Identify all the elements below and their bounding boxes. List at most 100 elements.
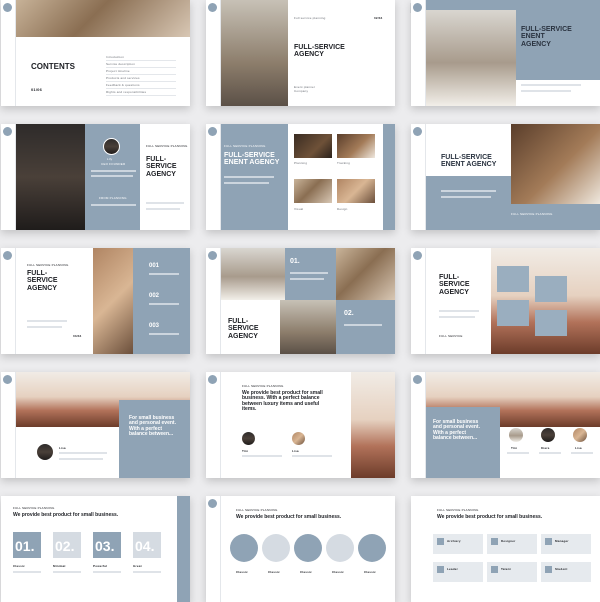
avatar xyxy=(573,428,587,442)
man-phone-photo xyxy=(423,10,516,106)
text-line xyxy=(27,326,62,328)
provide-heading: We provide best product for small busine… xyxy=(242,390,323,412)
role-icon xyxy=(437,538,444,545)
blue-panel xyxy=(425,407,500,478)
slide-team[interactable]: 01. 02. FULL- SERVICE AGENCY xyxy=(206,248,395,354)
slide-tag: FULL SERVICE PLANNING xyxy=(236,508,278,512)
service-image xyxy=(337,179,375,203)
logo-icon xyxy=(208,375,217,384)
meeting-photo xyxy=(93,248,133,354)
logo-icon xyxy=(413,127,422,136)
slide-contents[interactable]: CONTENTS 01/06 Introduction Service desc… xyxy=(1,0,190,106)
contents-item[interactable]: Project timeline xyxy=(106,69,176,75)
text-line xyxy=(441,190,496,192)
monitor-icon xyxy=(326,534,354,562)
agency-heading: FULL- SERVICE AGENCY xyxy=(27,270,58,292)
slide-services-grid[interactable]: FULL SERVICE PLANNING FULL-SERVICE ENENT… xyxy=(206,124,395,230)
text-line xyxy=(91,170,136,172)
blue-panel xyxy=(119,400,190,478)
slide-tag: FULL SERVICE PLANNING xyxy=(146,144,188,148)
text-line xyxy=(441,196,491,198)
role-icon xyxy=(491,566,498,573)
slide-sidebar xyxy=(1,248,16,354)
page-number: 01/06 xyxy=(31,87,43,92)
text-line xyxy=(91,204,136,206)
contents-item[interactable]: Rights and responsibilities xyxy=(106,90,176,96)
logo-icon xyxy=(3,375,12,384)
contents-item[interactable]: Feedback & questions xyxy=(106,83,176,89)
service-label: Planning xyxy=(294,161,308,165)
slide-desert-lisa[interactable]: Lisa For small business and personal eve… xyxy=(1,372,190,478)
slide-tag: FULL SERVICE PLANNING xyxy=(437,508,479,512)
text-line xyxy=(93,571,121,573)
feature-label: Classic xyxy=(236,570,248,574)
avatar xyxy=(37,444,53,460)
description-text: For small business and personal event. W… xyxy=(129,415,176,437)
contents-item[interactable]: Service description xyxy=(106,62,176,68)
feature-label: Minimal xyxy=(53,564,66,568)
subtitle: FULL SERVICE xyxy=(439,334,463,338)
person-name: Lisa xyxy=(292,449,299,453)
provide-heading: We provide best product for small busine… xyxy=(437,514,543,520)
info-box xyxy=(497,266,529,292)
slide-agency[interactable]: Full service planning 02/34 FULL-SERVICE… xyxy=(206,0,395,106)
slide-sidebar xyxy=(411,372,426,478)
person-name: Lisa xyxy=(575,446,582,450)
text-line xyxy=(133,571,161,573)
office-photo xyxy=(280,300,336,354)
avatar xyxy=(292,432,305,445)
text-line xyxy=(290,272,328,274)
contents-item[interactable]: Products and services xyxy=(106,76,176,82)
meeting-room-photo xyxy=(218,0,288,106)
person-name: Lily xyxy=(107,157,113,161)
info-box xyxy=(535,276,567,302)
logo-icon xyxy=(413,375,422,384)
slide-phone[interactable]: FULL-SERVICE ENENT AGENCY xyxy=(411,0,600,106)
text-line xyxy=(507,452,529,454)
service-label: Visual xyxy=(294,207,304,211)
slide-ceo[interactable]: Lily CEO FOUNDER FROM PLANNING FULL SERV… xyxy=(1,124,190,230)
slide-provide[interactable]: FULL SERVICE PLANNING We provide best pr… xyxy=(206,372,395,478)
logo-icon xyxy=(208,3,217,12)
person-name: Trin xyxy=(511,446,518,450)
text-line xyxy=(344,324,382,326)
contents-list: Introduction Service description Project… xyxy=(106,55,176,96)
feature-label: Classic xyxy=(364,570,376,574)
text-line xyxy=(146,208,180,210)
agency-heading: FULL-SERVICE ENENT AGENCY xyxy=(224,152,280,167)
slide-sidebar xyxy=(206,496,221,602)
number-block: 03. xyxy=(93,532,121,558)
role-label: Leader xyxy=(447,567,459,571)
text-line xyxy=(146,202,184,204)
desert-photo xyxy=(351,372,395,478)
slide-steps[interactable]: FULL SERVICE PLANNING FULL- SERVICE AGEN… xyxy=(1,248,190,354)
step-number: 003 xyxy=(149,323,160,329)
desk-photo xyxy=(511,124,600,204)
service-label: Design xyxy=(337,207,348,211)
contents-heading: CONTENTS xyxy=(31,62,75,71)
group-icon xyxy=(230,534,258,562)
contents-item[interactable]: Introduction xyxy=(106,55,176,61)
slide-numbers[interactable]: FULL SERVICE PLANNING We provide best pr… xyxy=(1,496,190,602)
office-photo xyxy=(13,0,190,37)
service-label: Tracking xyxy=(337,161,350,165)
text-line xyxy=(53,571,81,573)
slide-desk[interactable]: FULL-SERVICE ENENT AGENCY FULL SERVICE P… xyxy=(411,124,600,230)
agency-heading: FULL- SERVICE AGENCY xyxy=(439,274,470,296)
feature-label: Great xyxy=(133,564,142,568)
agency-heading: FULL-SERVICE ENENT AGENCY xyxy=(441,154,497,169)
avatar xyxy=(103,138,120,155)
provide-heading: We provide best product for small busine… xyxy=(236,514,342,520)
logo-icon xyxy=(3,127,12,136)
avatar xyxy=(541,428,555,442)
slide-tag: FULL SERVICE PLANNING xyxy=(242,384,284,388)
slide-desert-info[interactable]: FULL- SERVICE AGENCY FULL SERVICE xyxy=(411,248,600,354)
slide-tag: FULL SERVICE PLANNING xyxy=(511,212,553,216)
slide-sidebar xyxy=(1,124,16,230)
text-line xyxy=(13,571,41,573)
slide-circles[interactable]: FULL SERVICE PLANNING We provide best pr… xyxy=(206,496,395,602)
logo-icon xyxy=(413,251,422,260)
slide-roles[interactable]: FULL SERVICE PLANNING We provide best pr… xyxy=(411,496,600,602)
page-number: 03/34 xyxy=(73,334,82,338)
slide-desert-team[interactable]: For small business and personal event. W… xyxy=(411,372,600,478)
